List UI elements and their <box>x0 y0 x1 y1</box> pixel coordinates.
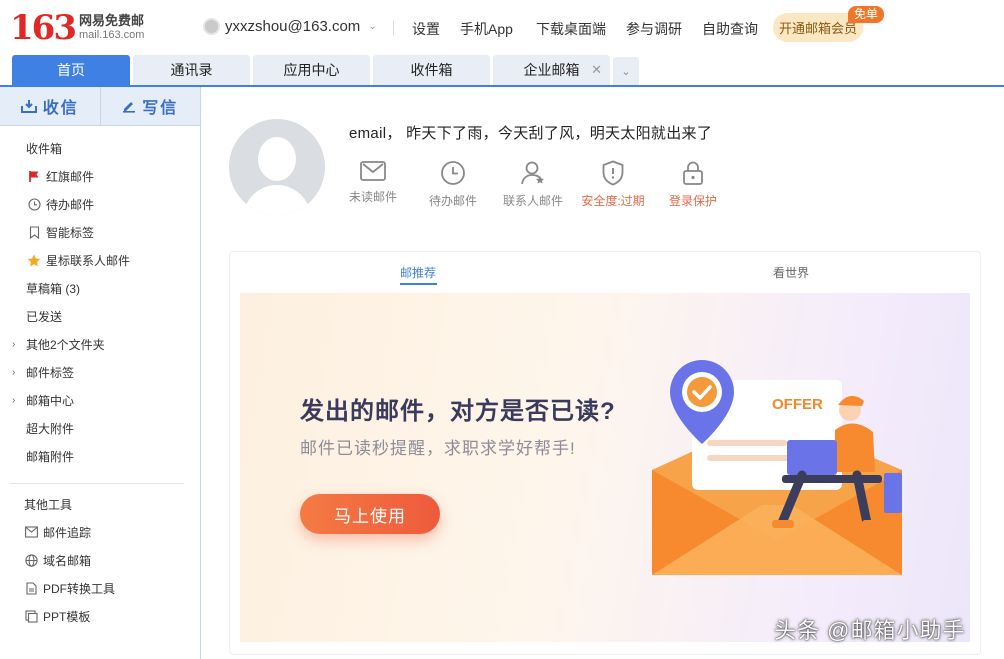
contact-icon <box>521 161 544 185</box>
free-badge: 免单 <box>848 6 885 23</box>
star-icon <box>27 253 41 267</box>
folder-mail-tags[interactable]: › 邮件标签 <box>12 361 74 383</box>
active-tab-indicator <box>400 283 437 285</box>
logo-domain: mail.163.com <box>78 29 145 41</box>
chevron-right-icon: › <box>12 338 16 350</box>
flag-icon <box>27 169 41 183</box>
chevron-right-icon: › <box>12 394 16 406</box>
nav-survey[interactable]: 参与调研 <box>626 19 682 39</box>
close-icon[interactable]: ✕ <box>591 62 602 78</box>
nav-download-desktop[interactable]: 下载桌面端 <box>536 19 606 39</box>
clock-icon <box>441 161 465 185</box>
account-icon <box>203 18 220 35</box>
mail-track-icon <box>24 525 38 539</box>
nav-settings[interactable]: 设置 <box>412 19 440 39</box>
recommend-card: 邮推荐 看世界 发出的邮件，对方是否已读? 邮件已读秒提醒，求职求学好帮手! 马… <box>229 251 981 655</box>
banner-title: 发出的邮件，对方是否已读? <box>300 398 616 425</box>
quick-todo[interactable]: 待办邮件 <box>418 160 488 209</box>
read-receipt-illustration: OFFER <box>652 360 902 575</box>
folder-large-attachment[interactable]: 超大附件 <box>26 417 74 439</box>
greeting-text: email， 昨天下了雨，今天刮了风，明天太阳就出来了 <box>349 125 713 142</box>
tab-enterprise-mail[interactable]: 企业邮箱 ✕ <box>493 55 610 85</box>
tab-see-world[interactable]: 看世界 <box>773 264 809 281</box>
chevron-right-icon: › <box>12 366 16 378</box>
tool-mail-tracking[interactable]: 邮件追踪 <box>24 521 91 543</box>
folder-flagged[interactable]: 红旗邮件 <box>27 165 94 187</box>
clock-icon <box>27 197 41 211</box>
avatar[interactable] <box>229 119 325 215</box>
tab-overflow-chevron-icon[interactable]: ⌄ <box>613 57 639 85</box>
quick-unread[interactable]: 未读邮件 <box>338 160 408 205</box>
chevron-down-icon: ⌄ <box>368 21 377 32</box>
sidebar: 收信 写信 收件箱 红旗邮件 待办邮件 智能标签 星标联系人邮件 草稿箱 (3)… <box>0 87 201 659</box>
quick-contact-mail[interactable]: 联系人邮件 <box>498 160 568 209</box>
tab-app-center[interactable]: 应用中心 <box>253 55 370 85</box>
compose-button[interactable]: 写信 <box>99 87 201 125</box>
divider <box>10 483 184 484</box>
folder-todo[interactable]: 待办邮件 <box>27 193 94 215</box>
tab-bar: 首页 通讯录 应用中心 收件箱 企业邮箱 ✕ ⌄ <box>0 55 1004 87</box>
folder-starred-contacts[interactable]: 星标联系人邮件 <box>27 249 130 271</box>
folder-mail-center[interactable]: › 邮箱中心 <box>12 389 74 411</box>
folder-attachments[interactable]: 邮箱附件 <box>26 445 74 467</box>
tool-domain-mail[interactable]: 域名邮箱 <box>24 549 91 571</box>
account-menu[interactable]: yxxzshou@163.com ⌄ <box>203 18 377 35</box>
bookmark-icon <box>27 225 41 239</box>
quick-login-protect[interactable]: 登录保护 <box>658 160 728 209</box>
shield-icon <box>602 160 624 186</box>
logo-number: 163 <box>10 8 77 48</box>
tab-home[interactable]: 首页 <box>12 55 130 85</box>
tool-pdf-converter[interactable]: PDF转换工具 <box>24 577 115 599</box>
logo[interactable]: 163 网易免费邮 mail.163.com <box>10 8 144 48</box>
offer-text: OFFER <box>772 396 823 413</box>
globe-icon <box>24 553 38 567</box>
quick-security[interactable]: 安全度:过期 <box>578 160 648 209</box>
divider <box>393 20 394 36</box>
use-now-button[interactable]: 马上使用 <box>300 494 440 534</box>
folder-drafts[interactable]: 草稿箱 (3) <box>26 277 80 299</box>
folder-inbox[interactable]: 收件箱 <box>26 137 62 159</box>
tab-contacts[interactable]: 通讯录 <box>133 55 250 85</box>
folder-smart-tags[interactable]: 智能标签 <box>27 221 94 243</box>
tools-heading: 其他工具 <box>24 497 73 512</box>
top-bar: 163 网易免费邮 mail.163.com yxxzshou@163.com … <box>0 0 1004 56</box>
receive-icon <box>20 100 37 113</box>
pen-icon <box>123 102 136 113</box>
ppt-icon <box>24 609 38 623</box>
folder-sent[interactable]: 已发送 <box>26 305 62 327</box>
logo-title: 网易免费邮 <box>78 13 144 28</box>
envelope-icon <box>360 161 386 181</box>
lock-icon <box>683 161 703 185</box>
folder-other[interactable]: › 其他2个文件夹 <box>12 333 105 355</box>
nav-mobile-app[interactable]: 手机App <box>460 19 513 39</box>
promo-banner[interactable]: 发出的邮件，对方是否已读? 邮件已读秒提醒，求职求学好帮手! 马上使用 OFFE… <box>240 293 970 642</box>
pdf-icon <box>24 581 38 595</box>
banner-subtitle: 邮件已读秒提醒，求职求学好帮手! <box>300 439 576 458</box>
nav-self-service[interactable]: 自助查询 <box>702 19 758 39</box>
receive-button[interactable]: 收信 <box>0 87 100 125</box>
watermark-text: 头条 @邮箱小助手 <box>774 618 966 643</box>
tab-mail-recommend[interactable]: 邮推荐 <box>400 264 436 281</box>
tool-ppt-templates[interactable]: PPT模板 <box>24 605 90 627</box>
tab-inbox[interactable]: 收件箱 <box>373 55 490 85</box>
account-email: yxxzshou@163.com <box>225 18 361 35</box>
